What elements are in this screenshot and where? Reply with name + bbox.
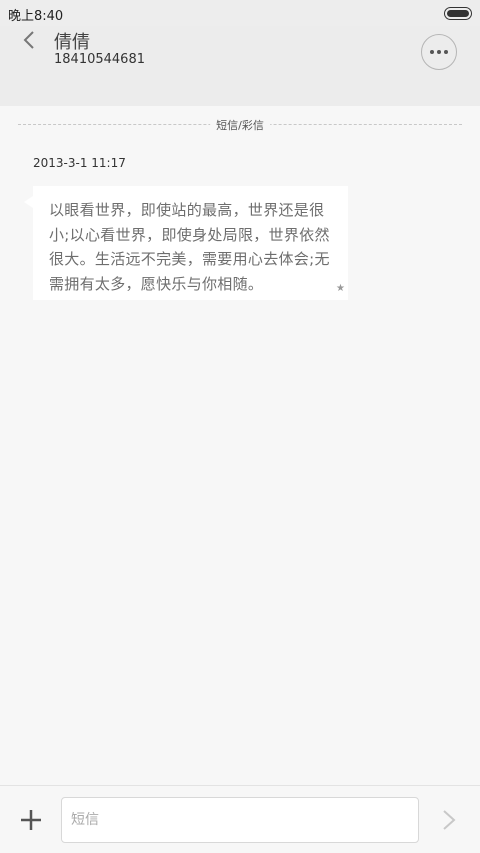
divider-label: 短信/彩信 [210, 117, 270, 133]
status-bar: 晚上8:40 [0, 0, 480, 26]
conversation-header: 倩倩 18410544681 [0, 26, 480, 106]
message-type-divider: 短信/彩信 [18, 117, 462, 133]
contact-name[interactable]: 倩倩 [54, 28, 90, 54]
more-options-icon [430, 50, 434, 54]
message-text: 以眼看世界，即使站的最高，世界还是很小;以心看世界，即使身处局限，世界依然很大。… [49, 201, 330, 293]
contact-number: 18410544681 [54, 52, 145, 67]
more-options-button[interactable] [421, 34, 457, 70]
composer-bar [0, 785, 480, 853]
battery-level [447, 10, 469, 17]
message-input[interactable] [61, 797, 419, 843]
message-bubble[interactable]: 以眼看世界，即使站的最高，世界还是很小;以心看世界，即使身处局限，世界依然很大。… [24, 186, 348, 300]
back-arrow-icon[interactable] [18, 28, 42, 52]
message-timestamp: 2013-3-1 11:17 [33, 156, 126, 170]
chevron-right-icon[interactable] [441, 808, 457, 832]
plus-icon[interactable] [20, 809, 42, 831]
star-icon: ★ [336, 283, 345, 294]
status-time: 晚上8:40 [8, 9, 64, 24]
battery-icon [444, 7, 472, 20]
